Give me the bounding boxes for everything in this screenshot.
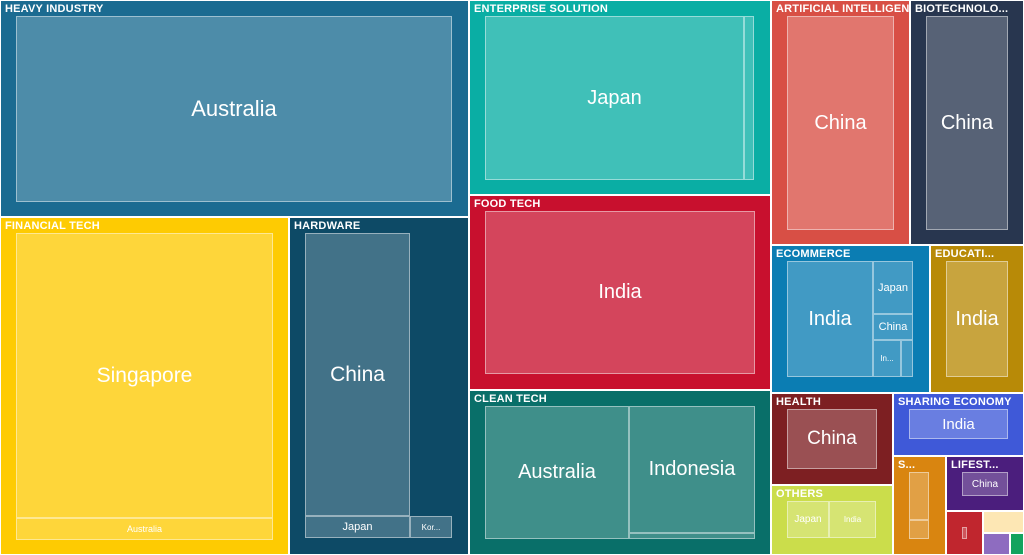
country-label: China	[971, 478, 999, 490]
sector-label: HEAVY INDUSTRY	[5, 3, 104, 15]
country-cell-india[interactable]: India	[829, 501, 876, 538]
country-label: India	[843, 515, 862, 524]
sector-label: SHARING ECONOMY	[898, 396, 1012, 408]
country-cell-india[interactable]: India	[909, 409, 1008, 439]
country-cell-australia[interactable]: Australia	[16, 518, 273, 540]
country-cell-china[interactable]: China	[305, 233, 410, 516]
treemap: HEAVY INDUSTRY Australia ENTERPRISE SOLUTI…	[0, 0, 1024, 555]
country-label: Australia	[126, 524, 162, 534]
country-cell-china[interactable]: China	[873, 314, 913, 340]
sector-label: ECOMMERCE	[776, 248, 851, 260]
country-label: China	[940, 111, 994, 134]
country-label: China	[878, 321, 908, 333]
country-label: China	[807, 428, 857, 449]
country-cell-india[interactable]: India	[787, 261, 873, 377]
sector-label: LIFEST...	[951, 459, 999, 471]
sector-label: CLEAN TECH	[474, 393, 547, 405]
country-cell-kor[interactable]: Kor...	[410, 516, 452, 538]
sector-minor-16[interactable]	[983, 511, 1024, 533]
country-cell[interactable]	[962, 527, 967, 539]
country-cell[interactable]	[909, 472, 929, 520]
sector-label: FINANCIAL TECH	[5, 220, 100, 232]
country-label: Japan	[342, 521, 373, 533]
country-label: India	[955, 307, 999, 330]
country-label: Japan	[794, 514, 822, 525]
sector-label: HARDWARE	[294, 220, 361, 232]
country-cell-china[interactable]: China	[787, 409, 877, 469]
country-cell-singapore[interactable]: Singapore	[16, 233, 273, 518]
country-label: Japan	[587, 86, 642, 109]
country-cell-australia[interactable]: Australia	[16, 16, 452, 202]
sector-label: HEALTH	[776, 396, 821, 408]
sector-label: S...	[898, 459, 916, 471]
country-label: China	[814, 111, 867, 134]
country-cell-china[interactable]: China	[787, 16, 894, 230]
country-cell[interactable]	[909, 520, 929, 539]
country-label: Australia	[191, 96, 277, 121]
country-label: Indonesia	[648, 458, 736, 480]
country-label: Singapore	[96, 363, 193, 387]
country-cell-indonesia[interactable]: Indonesia	[629, 406, 755, 533]
country-label: Japan	[878, 281, 908, 294]
country-label: India	[942, 415, 975, 433]
country-cell-australia[interactable]: Australia	[485, 406, 629, 539]
country-label: Australia	[518, 461, 596, 483]
country-cell[interactable]	[744, 16, 754, 180]
sector-minor-18[interactable]	[1010, 533, 1024, 555]
country-cell[interactable]	[629, 533, 755, 539]
country-cell-japan[interactable]: Japan	[873, 261, 913, 314]
country-label: Kor...	[421, 522, 441, 532]
country-cell-japan[interactable]: Japan	[305, 516, 410, 538]
sector-label: EDUCATI...	[935, 248, 995, 260]
country-cell[interactable]	[901, 340, 913, 377]
country-cell-india[interactable]: India	[485, 211, 755, 374]
country-cell-in[interactable]: In...	[873, 340, 901, 377]
sector-label: OTHERS	[776, 488, 824, 500]
country-label: China	[330, 362, 385, 386]
country-cell-china[interactable]: China	[926, 16, 1008, 230]
sector-label: FOOD TECH	[474, 198, 541, 210]
country-cell-china[interactable]: China	[962, 472, 1008, 496]
country-cell-india[interactable]: India	[946, 261, 1008, 377]
country-cell-japan[interactable]: Japan	[787, 501, 829, 538]
country-label: India	[598, 281, 642, 303]
country-label: In...	[880, 354, 894, 363]
sector-label: BIOTECHNOLO...	[915, 3, 1009, 15]
country-cell-japan[interactable]: Japan	[485, 16, 744, 180]
country-label: India	[808, 307, 852, 330]
sector-label: ENTERPRISE SOLUTION	[474, 3, 608, 15]
sector-minor-17[interactable]	[983, 533, 1010, 555]
sector-label: ARTIFICIAL INTELLIGEN...	[776, 3, 910, 15]
